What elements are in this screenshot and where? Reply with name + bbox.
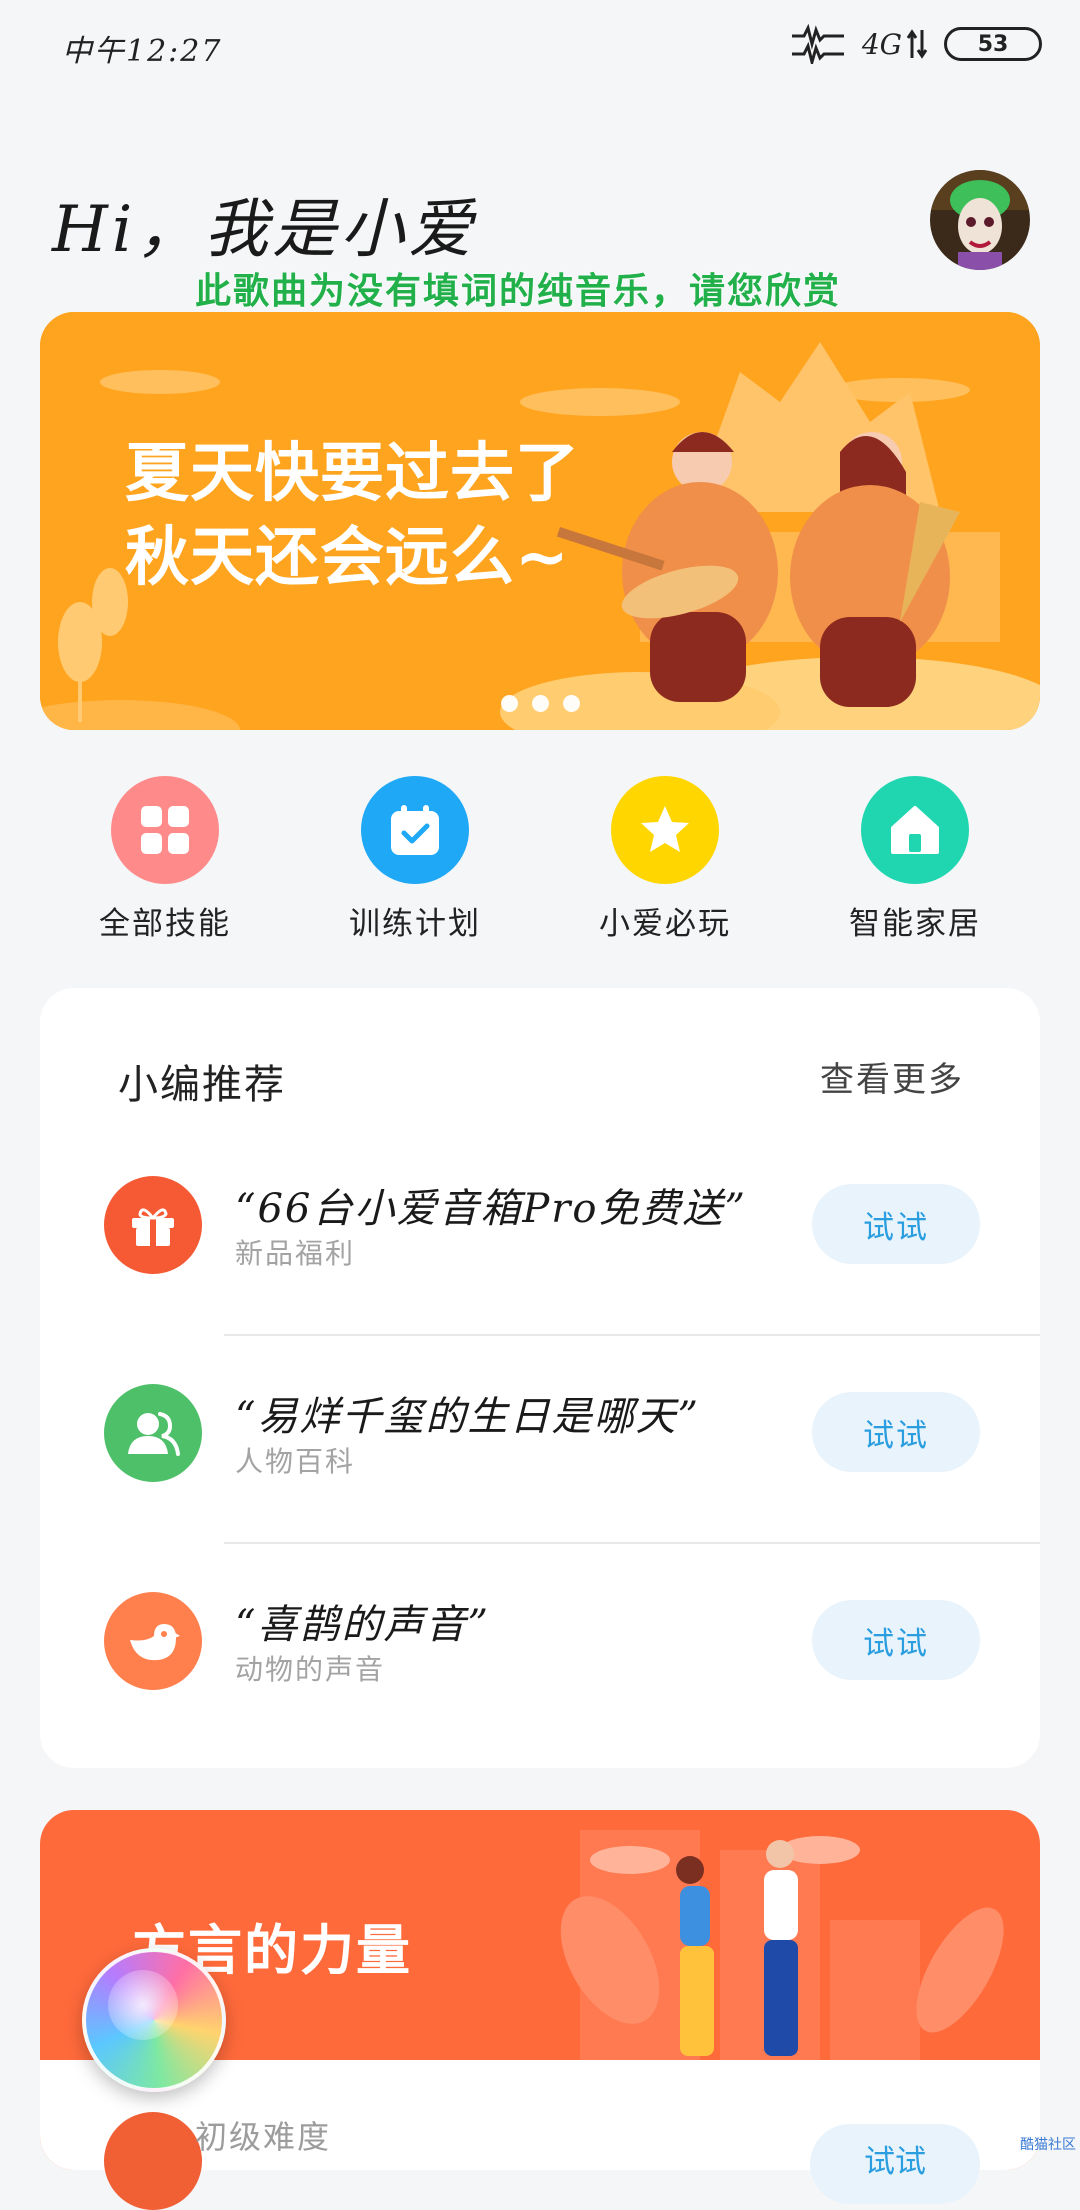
- recommend-query: “喜鹊的声音”: [235, 1602, 490, 1648]
- quick-action-must-play[interactable]: 小爱必玩: [565, 776, 765, 946]
- recommend-category: 新品福利: [235, 1237, 356, 1270]
- quick-action-smart-home[interactable]: 智能家居: [815, 776, 1015, 946]
- lyric-overlay: 此歌曲为没有填词的纯音乐，请您欣赏: [195, 271, 842, 312]
- network-type: 4G: [861, 27, 902, 61]
- greeting-title: Hi，我是小爱: [52, 193, 477, 267]
- status-indicators: 4G 53: [790, 22, 1042, 66]
- quick-action-all-skills[interactable]: 全部技能: [65, 776, 265, 946]
- dialect-level: 初级难度: [195, 2118, 332, 2156]
- recommend-category: 人物百科: [235, 1445, 356, 1478]
- banner-headline-line1: 夏天快要过去了: [125, 437, 580, 511]
- list-item[interactable]: “66台小爱音箱Pro免费送” 新品福利 试试: [40, 1128, 1040, 1336]
- status-time: 中午12:27: [62, 34, 223, 69]
- try-button[interactable]: 试试: [812, 1184, 980, 1264]
- recommend-query: “易烊千玺的生日是哪天”: [235, 1394, 700, 1440]
- try-button[interactable]: 试试: [812, 1600, 980, 1680]
- quick-action-training-plan[interactable]: 训练计划: [315, 776, 515, 946]
- avatar-image: [930, 170, 1030, 270]
- assistant-orb-button[interactable]: [82, 1948, 226, 2092]
- view-more-link[interactable]: 查看更多: [820, 1052, 964, 1101]
- gift-icon: [104, 1176, 202, 1274]
- shield-icon: [104, 2112, 202, 2210]
- banner-pagination: [40, 695, 1040, 712]
- banner-headline-line2: 秋天还会远么~: [125, 521, 570, 595]
- signal-icon: [791, 24, 844, 64]
- list-item[interactable]: “易烊千玺的生日是哪天” 人物百科 试试: [40, 1336, 1040, 1544]
- editor-recommend-card: 小编推荐 查看更多 “66台小爱音箱Pro免费送” 新品福利 试试 “易烊千玺的…: [40, 988, 1040, 1768]
- data-arrows-icon: [906, 29, 928, 59]
- avatar[interactable]: [930, 170, 1030, 270]
- battery-level: 53: [977, 31, 1009, 57]
- quick-action-label: 小爱必玩: [599, 906, 731, 942]
- home-icon: [861, 776, 969, 884]
- quick-action-label: 训练计划: [349, 906, 481, 942]
- calendar-check-icon: [361, 776, 469, 884]
- try-button[interactable]: 试试: [810, 2124, 980, 2204]
- quick-actions: 全部技能 训练计划 小爱必玩 智能家居: [40, 776, 1040, 946]
- recommend-category: 动物的声音: [235, 1653, 386, 1686]
- star-icon: [611, 776, 719, 884]
- quick-action-label: 全部技能: [99, 906, 231, 942]
- card-title: 小编推荐: [118, 1062, 286, 1108]
- battery-indicator: 53: [944, 27, 1042, 61]
- recommend-query: “66台小爱音箱Pro免费送”: [235, 1186, 747, 1232]
- banner-headline: 夏天快要过去了 秋天还会远么~: [125, 432, 580, 600]
- promo-banner[interactable]: 夏天快要过去了 秋天还会远么~: [40, 312, 1040, 730]
- quick-action-label: 智能家居: [849, 906, 981, 942]
- banner-dot[interactable]: [562, 695, 580, 712]
- grid-icon: [111, 776, 219, 884]
- banner-dot[interactable]: [531, 695, 549, 712]
- try-button[interactable]: 试试: [812, 1392, 980, 1472]
- people-icon: [104, 1384, 202, 1482]
- banner-dot[interactable]: [500, 695, 518, 712]
- bird-icon: [104, 1592, 202, 1690]
- watermark: 酷猫社区: [1020, 2137, 1076, 2153]
- list-item[interactable]: “喜鹊的声音” 动物的声音 试试: [40, 1544, 1040, 1752]
